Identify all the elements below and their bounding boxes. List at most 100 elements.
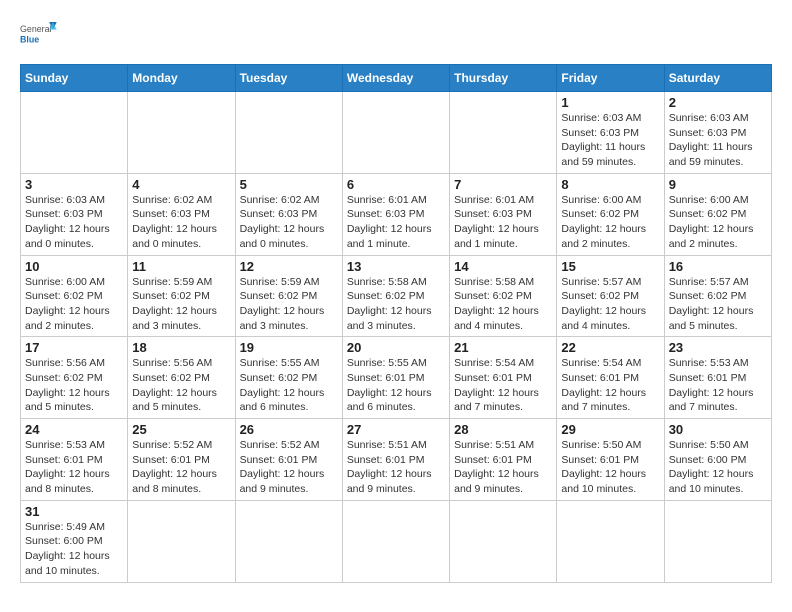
day-number: 17 [25,340,123,355]
day-info: Sunrise: 5:51 AM Sunset: 6:01 PM Dayligh… [454,438,552,497]
day-cell: 14Sunrise: 5:58 AM Sunset: 6:02 PM Dayli… [450,255,557,337]
day-cell: 12Sunrise: 5:59 AM Sunset: 6:02 PM Dayli… [235,255,342,337]
day-number: 21 [454,340,552,355]
day-cell [128,92,235,174]
day-number: 27 [347,422,445,437]
day-info: Sunrise: 5:58 AM Sunset: 6:02 PM Dayligh… [347,275,445,334]
day-number: 8 [561,177,659,192]
calendar-table: SundayMondayTuesdayWednesdayThursdayFrid… [20,64,772,583]
day-number: 31 [25,504,123,519]
day-cell: 18Sunrise: 5:56 AM Sunset: 6:02 PM Dayli… [128,337,235,419]
day-info: Sunrise: 6:00 AM Sunset: 6:02 PM Dayligh… [561,193,659,252]
day-cell [235,92,342,174]
day-info: Sunrise: 5:53 AM Sunset: 6:01 PM Dayligh… [25,438,123,497]
day-number: 4 [132,177,230,192]
day-cell: 2Sunrise: 6:03 AM Sunset: 6:03 PM Daylig… [664,92,771,174]
day-info: Sunrise: 5:57 AM Sunset: 6:02 PM Dayligh… [561,275,659,334]
day-info: Sunrise: 5:55 AM Sunset: 6:02 PM Dayligh… [240,356,338,415]
day-info: Sunrise: 5:51 AM Sunset: 6:01 PM Dayligh… [347,438,445,497]
day-cell: 8Sunrise: 6:00 AM Sunset: 6:02 PM Daylig… [557,173,664,255]
col-header-monday: Monday [128,65,235,92]
col-header-wednesday: Wednesday [342,65,449,92]
day-cell [450,92,557,174]
day-cell [21,92,128,174]
day-info: Sunrise: 5:54 AM Sunset: 6:01 PM Dayligh… [454,356,552,415]
day-info: Sunrise: 5:54 AM Sunset: 6:01 PM Dayligh… [561,356,659,415]
day-cell [128,500,235,582]
day-info: Sunrise: 5:55 AM Sunset: 6:01 PM Dayligh… [347,356,445,415]
day-number: 30 [669,422,767,437]
day-cell [664,500,771,582]
day-cell: 7Sunrise: 6:01 AM Sunset: 6:03 PM Daylig… [450,173,557,255]
day-number: 6 [347,177,445,192]
week-row-6: 31Sunrise: 5:49 AM Sunset: 6:00 PM Dayli… [21,500,772,582]
day-cell: 20Sunrise: 5:55 AM Sunset: 6:01 PM Dayli… [342,337,449,419]
day-number: 12 [240,259,338,274]
day-cell: 28Sunrise: 5:51 AM Sunset: 6:01 PM Dayli… [450,419,557,501]
header: GeneralBlue [20,16,772,54]
week-row-5: 24Sunrise: 5:53 AM Sunset: 6:01 PM Dayli… [21,419,772,501]
day-info: Sunrise: 6:00 AM Sunset: 6:02 PM Dayligh… [25,275,123,334]
svg-text:Blue: Blue [20,34,39,44]
day-cell: 27Sunrise: 5:51 AM Sunset: 6:01 PM Dayli… [342,419,449,501]
day-cell: 5Sunrise: 6:02 AM Sunset: 6:03 PM Daylig… [235,173,342,255]
day-number: 29 [561,422,659,437]
day-number: 11 [132,259,230,274]
day-cell [342,500,449,582]
day-number: 3 [25,177,123,192]
day-info: Sunrise: 5:49 AM Sunset: 6:00 PM Dayligh… [25,520,123,579]
day-number: 14 [454,259,552,274]
day-info: Sunrise: 5:53 AM Sunset: 6:01 PM Dayligh… [669,356,767,415]
svg-text:General: General [20,24,52,34]
day-info: Sunrise: 5:56 AM Sunset: 6:02 PM Dayligh… [132,356,230,415]
day-cell: 15Sunrise: 5:57 AM Sunset: 6:02 PM Dayli… [557,255,664,337]
day-number: 19 [240,340,338,355]
day-cell [342,92,449,174]
day-cell: 9Sunrise: 6:00 AM Sunset: 6:02 PM Daylig… [664,173,771,255]
day-info: Sunrise: 5:58 AM Sunset: 6:02 PM Dayligh… [454,275,552,334]
day-number: 26 [240,422,338,437]
day-number: 24 [25,422,123,437]
day-cell [450,500,557,582]
day-cell: 17Sunrise: 5:56 AM Sunset: 6:02 PM Dayli… [21,337,128,419]
day-cell: 6Sunrise: 6:01 AM Sunset: 6:03 PM Daylig… [342,173,449,255]
day-number: 18 [132,340,230,355]
day-cell: 11Sunrise: 5:59 AM Sunset: 6:02 PM Dayli… [128,255,235,337]
day-cell: 21Sunrise: 5:54 AM Sunset: 6:01 PM Dayli… [450,337,557,419]
day-info: Sunrise: 5:59 AM Sunset: 6:02 PM Dayligh… [132,275,230,334]
day-info: Sunrise: 6:03 AM Sunset: 6:03 PM Dayligh… [25,193,123,252]
day-cell: 16Sunrise: 5:57 AM Sunset: 6:02 PM Dayli… [664,255,771,337]
day-cell: 3Sunrise: 6:03 AM Sunset: 6:03 PM Daylig… [21,173,128,255]
col-header-tuesday: Tuesday [235,65,342,92]
day-info: Sunrise: 6:03 AM Sunset: 6:03 PM Dayligh… [561,111,659,170]
day-cell [557,500,664,582]
col-header-saturday: Saturday [664,65,771,92]
logo-icon: GeneralBlue [20,16,58,54]
day-info: Sunrise: 6:02 AM Sunset: 6:03 PM Dayligh… [240,193,338,252]
day-cell: 19Sunrise: 5:55 AM Sunset: 6:02 PM Dayli… [235,337,342,419]
day-number: 23 [669,340,767,355]
day-cell: 26Sunrise: 5:52 AM Sunset: 6:01 PM Dayli… [235,419,342,501]
day-number: 7 [454,177,552,192]
day-cell: 4Sunrise: 6:02 AM Sunset: 6:03 PM Daylig… [128,173,235,255]
day-info: Sunrise: 5:50 AM Sunset: 6:01 PM Dayligh… [561,438,659,497]
day-cell: 24Sunrise: 5:53 AM Sunset: 6:01 PM Dayli… [21,419,128,501]
week-row-4: 17 Sunrise: 5:56 AM Sunset: 6:02 PM Dayli… [21,337,772,419]
day-cell: 13Sunrise: 5:58 AM Sunset: 6:02 PM Dayli… [342,255,449,337]
day-info: Sunrise: 5:52 AM Sunset: 6:01 PM Dayligh… [240,438,338,497]
day-number: 28 [454,422,552,437]
day-info: Sunrise: 6:00 AM Sunset: 6:02 PM Dayligh… [669,193,767,252]
day-cell [235,500,342,582]
day-cell: 31Sunrise: 5:49 AM Sunset: 6:00 PM Dayli… [21,500,128,582]
day-cell: 10Sunrise: 6:00 AM Sunset: 6:02 PM Dayli… [21,255,128,337]
day-number: 1 [561,95,659,110]
day-cell: 1Sunrise: 6:03 AM Sunset: 6:03 PM Daylig… [557,92,664,174]
day-number: 25 [132,422,230,437]
day-info: Sunrise: 6:01 AM Sunset: 6:03 PM Dayligh… [454,193,552,252]
day-number: 2 [669,95,767,110]
day-cell: 29Sunrise: 5:50 AM Sunset: 6:01 PM Dayli… [557,419,664,501]
day-info: Sunrise: 5:57 AM Sunset: 6:02 PM Dayligh… [669,275,767,334]
week-row-2: 3Sunrise: 6:03 AM Sunset: 6:03 PM Daylig… [21,173,772,255]
day-info: Sunrise: 6:02 AM Sunset: 6:03 PM Dayligh… [132,193,230,252]
day-info: Sunrise: 6:03 AM Sunset: 6:03 PM Dayligh… [669,111,767,170]
